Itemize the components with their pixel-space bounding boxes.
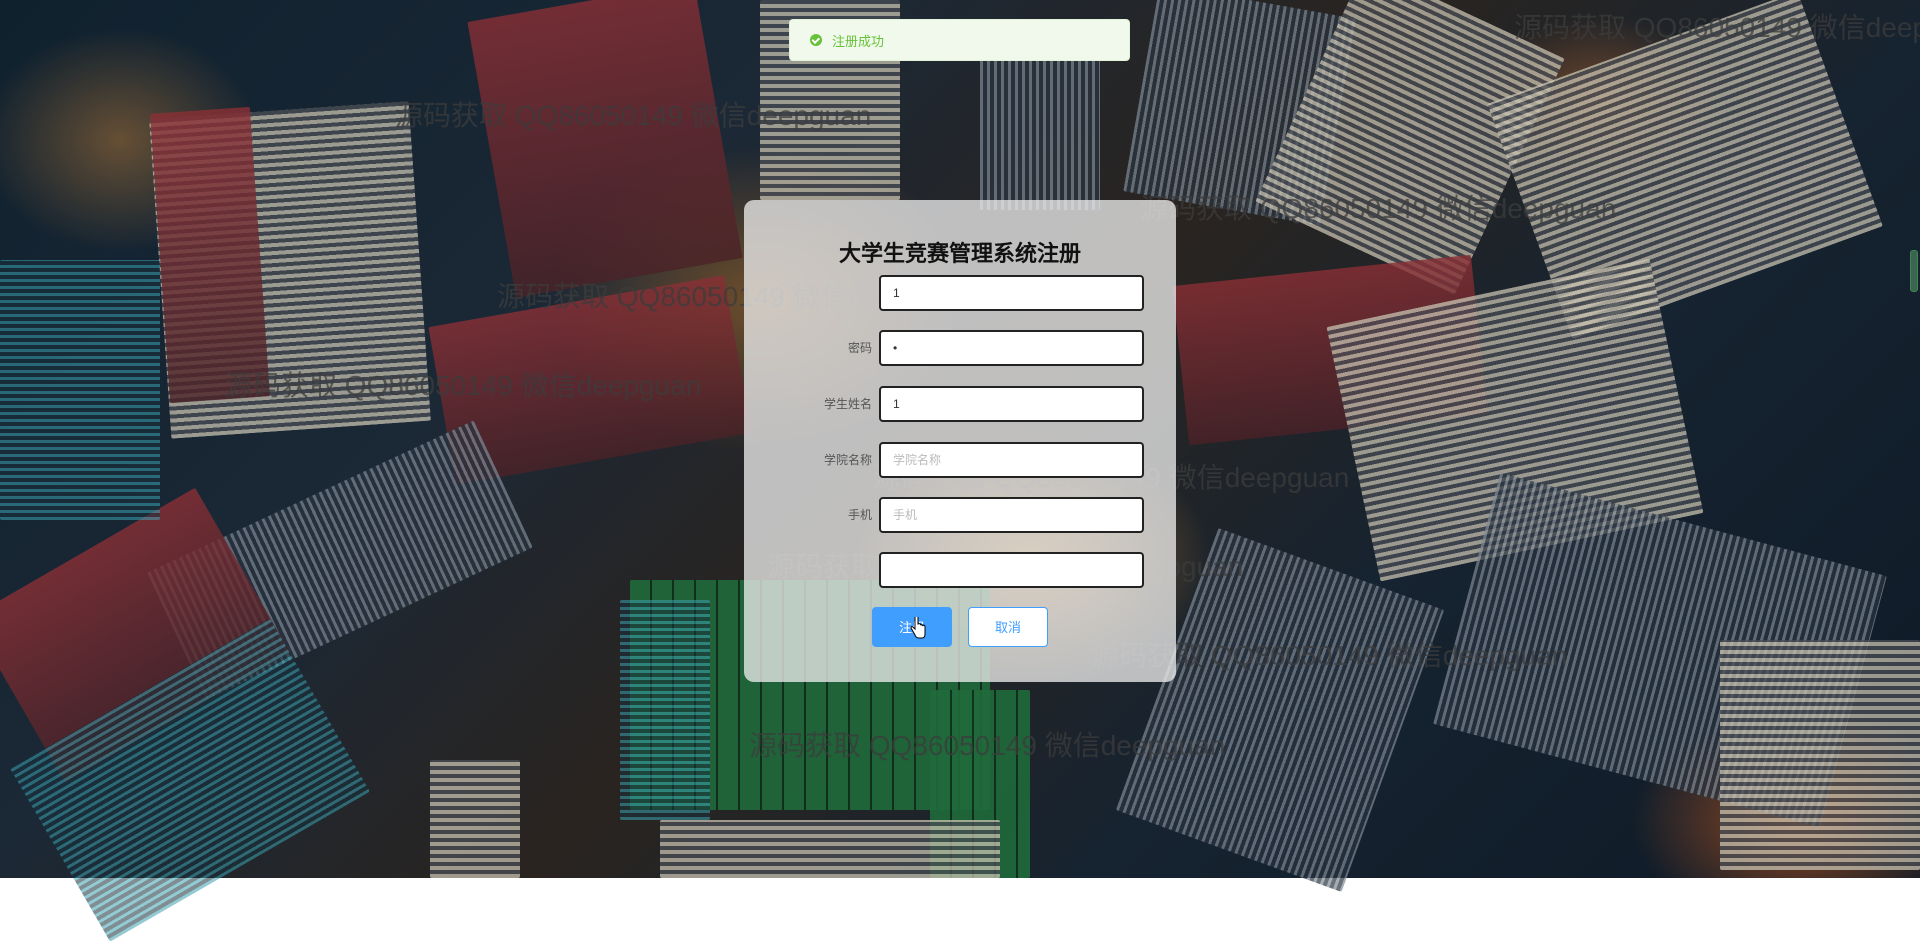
form-row-extra <box>744 552 1176 588</box>
success-message-text: 注册成功 <box>832 33 885 49</box>
hand-cursor-icon <box>910 617 926 639</box>
extra-input[interactable] <box>879 552 1144 588</box>
scrollbar-handle[interactable] <box>1910 250 1918 292</box>
check-circle-icon <box>810 34 822 46</box>
phone-input[interactable] <box>879 497 1144 533</box>
college-label: 学院名称 <box>823 453 872 467</box>
account-input[interactable] <box>879 275 1144 311</box>
student-name-label: 学生姓名 <box>823 397 872 411</box>
success-message: 注册成功 <box>789 19 1130 61</box>
phone-label: 手机 <box>847 508 872 522</box>
password-input[interactable] <box>879 330 1144 366</box>
form-row-account <box>744 275 1176 311</box>
register-form: 大学生竞赛管理系统注册 密码 学生姓名 学院名称 手机 注册 取消 <box>744 200 1176 682</box>
password-label: 密码 <box>847 341 872 355</box>
student-name-input[interactable] <box>879 386 1144 422</box>
form-title: 大学生竞赛管理系统注册 <box>838 241 1081 266</box>
cancel-button[interactable]: 取消 <box>968 607 1048 647</box>
form-row-student-name: 学生姓名 <box>744 386 1176 422</box>
form-row-phone: 手机 <box>744 497 1176 533</box>
form-row-password: 密码 <box>744 330 1176 366</box>
form-row-college: 学院名称 <box>744 442 1176 478</box>
college-input[interactable] <box>879 442 1144 478</box>
